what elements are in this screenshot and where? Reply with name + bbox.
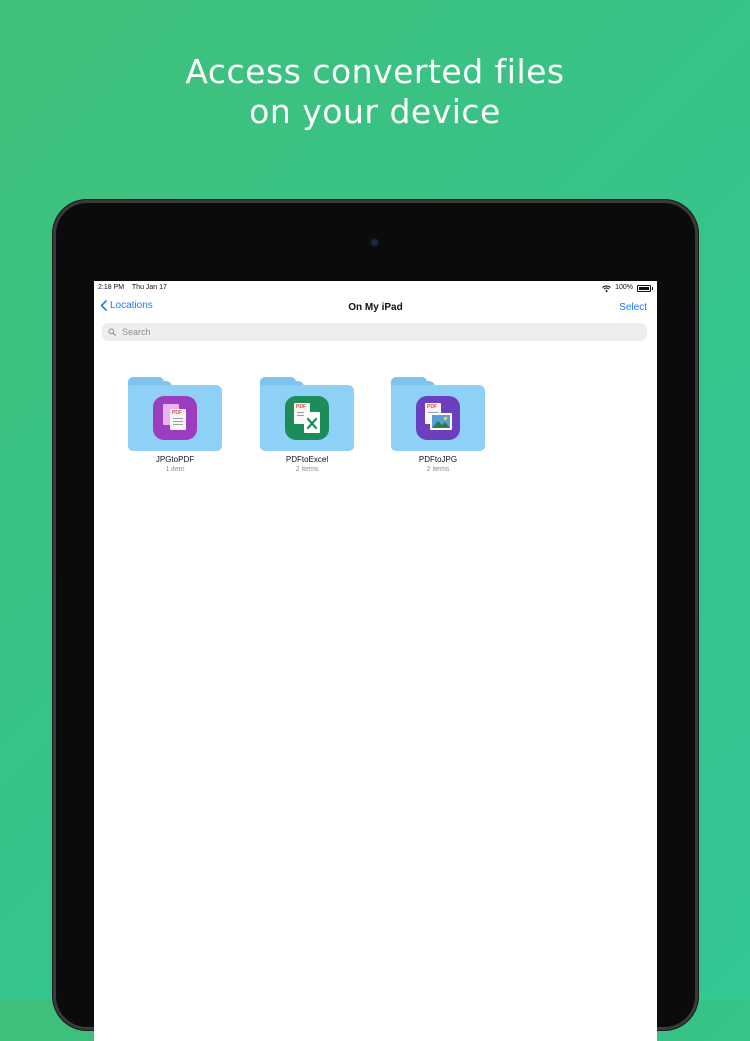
folder-icon: PDF (128, 377, 222, 451)
status-bar: 2:18 PM Thu Jan 17 100% (94, 281, 657, 295)
folder-item-count: 2 items (426, 466, 450, 473)
search-input[interactable] (120, 326, 624, 338)
camera-icon (369, 237, 380, 248)
folder-name: JPGtoPDF (155, 455, 195, 464)
search-icon (108, 328, 116, 336)
headline-line-1: Access converted files (185, 52, 565, 91)
status-time: 2:18 PM (98, 284, 125, 291)
pdf-to-jpg-app-icon: PDF (416, 396, 460, 440)
headline: Access converted files on your device (0, 52, 750, 132)
ipad-frame: 2:18 PM Thu Jan 17 100% Locations On My … (53, 200, 698, 1041)
folder-icon: PDF (260, 377, 354, 451)
search-bar[interactable] (102, 323, 647, 341)
folder-pdftojpg[interactable]: PDF PDFtoJPG 2 items (388, 377, 488, 474)
folder-name: PDFtoExcel (285, 455, 329, 464)
folder-name: PDFtoJPG (418, 455, 458, 464)
folder-item-count: 1 item (165, 466, 185, 473)
battery-percent: 100% (615, 284, 633, 291)
select-button[interactable]: Select (619, 302, 647, 313)
ipad-screen: 2:18 PM Thu Jan 17 100% Locations On My … (94, 281, 657, 1041)
battery-icon (637, 284, 653, 292)
pdf-to-excel-app-icon: PDF (285, 396, 329, 440)
folder-icon: PDF (391, 377, 485, 451)
navigation-bar: Locations On My iPad Select (94, 297, 657, 319)
status-date: Thu Jan 17 (131, 284, 167, 291)
folder-item-count: 2 items (295, 466, 319, 473)
wifi-icon (602, 285, 611, 292)
page-title: On My iPad (348, 302, 403, 313)
headline-line-2: on your device (249, 92, 501, 131)
folder-jpgtopdf[interactable]: PDF JPGtoPDF 1 item (125, 377, 225, 474)
jpg-to-pdf-app-icon: PDF (153, 396, 197, 440)
folder-pdftoexcel[interactable]: PDF PDFtoExcel 2 items (257, 377, 357, 474)
